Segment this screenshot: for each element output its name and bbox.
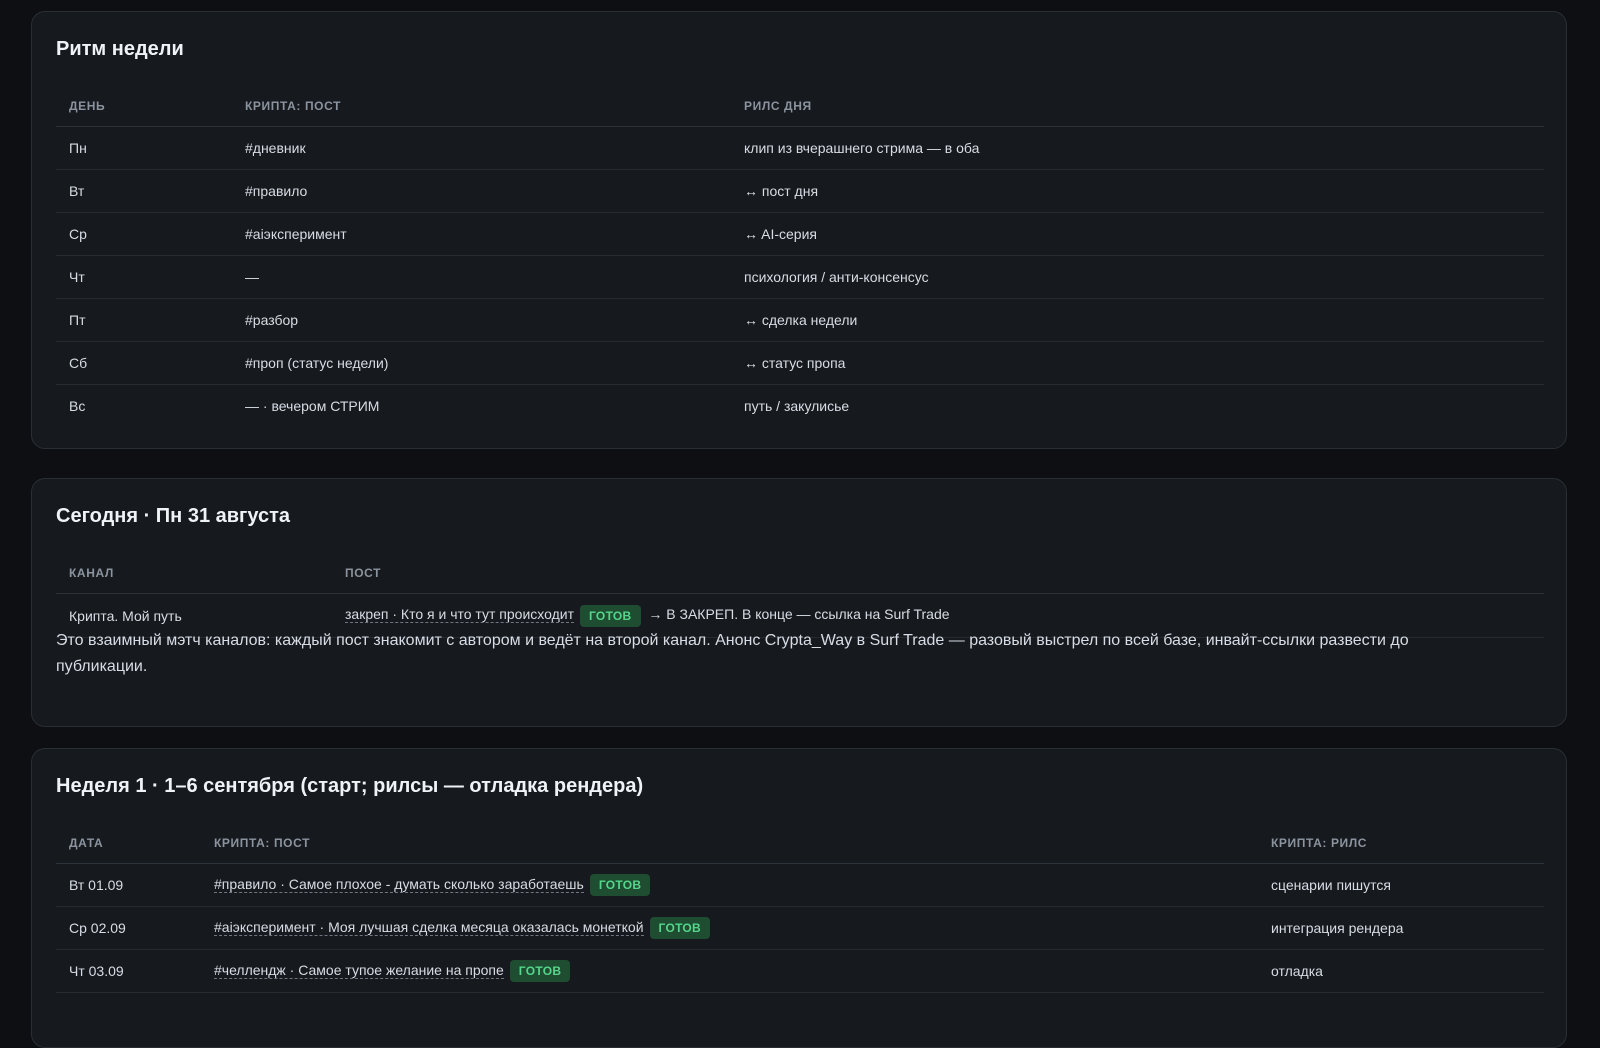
day-cell: Вт xyxy=(56,169,232,213)
date-cell: Вт 01.09 xyxy=(56,863,201,907)
today-header-row: КАНАЛ ПОСТ xyxy=(56,553,1544,594)
rhythm-title: Ритм недели xyxy=(56,38,184,60)
rhythm-table: ДЕНЬ КРИПТА: ПОСТ РИЛС ДНЯ Пн #дневник к… xyxy=(56,86,1544,428)
table-row: Ср #aiэксперимент ↔ AI-серия xyxy=(56,212,1544,256)
day-cell: Чт xyxy=(56,255,232,299)
status-badge: ГОТОВ xyxy=(509,960,571,982)
post-cell: #aiэксперимент xyxy=(232,212,731,256)
post-link[interactable]: закреп · Кто я и что тут происходит xyxy=(345,606,574,624)
post-cell: #дневник xyxy=(232,126,731,170)
post-instruction: → В ЗАКРЕП. В конце — ссылка на Surf Tra… xyxy=(648,606,950,623)
week1-panel: Неделя 1 · 1–6 сентября (старт; рилсы — … xyxy=(31,748,1567,1048)
post-cell: #aiэксперимент · Моя лучшая сделка месяц… xyxy=(201,906,1258,950)
post-cell: #проп (статус недели) xyxy=(232,341,731,385)
table-row: Пт #разбор ↔ сделка недели xyxy=(56,298,1544,342)
week1-title: Неделя 1 · 1–6 сентября (старт; рилсы — … xyxy=(56,775,644,797)
status-badge: ГОТОВ xyxy=(589,874,651,896)
table-row: Чт — психология / анти-консенсус xyxy=(56,255,1544,299)
reels-cell: ↔ AI-серия xyxy=(731,212,1544,256)
today-table: КАНАЛ ПОСТ Крипта. Мой путь закреп · Кто… xyxy=(56,553,1544,638)
week1-table: ДАТА КРИПТА: ПОСТ КРИПТА: РИЛС Вт 01.09 … xyxy=(56,823,1544,993)
reels-cell: интеграция рендера xyxy=(1258,906,1544,950)
post-cell: #правило xyxy=(232,169,731,213)
reels-cell: путь / закулисье xyxy=(744,398,850,415)
column-header-day: ДЕНЬ xyxy=(56,86,232,127)
reels-cell: ↔ сделка недели xyxy=(731,298,1544,342)
column-header-crypto-reels: КРИПТА: РИЛС xyxy=(1258,823,1544,864)
table-row: Чт 03.09 #челлендж · Самое тупое желание… xyxy=(56,949,1544,993)
table-row: Сб #проп (статус недели) ↔ статус пропа xyxy=(56,341,1544,385)
today-title: Сегодня · Пн 31 августа xyxy=(56,505,291,527)
week1-header-row: ДАТА КРИПТА: ПОСТ КРИПТА: РИЛС xyxy=(56,823,1544,864)
post-cell: #разбор xyxy=(232,298,731,342)
rhythm-panel: Ритм недели ДЕНЬ КРИПТА: ПОСТ РИЛС ДНЯ П… xyxy=(31,11,1567,449)
reels-cell: ↔ статус пропа xyxy=(731,341,1544,385)
day-cell: Вс xyxy=(69,398,86,415)
post-link[interactable]: #челлендж · Самое тупое желание на пропе xyxy=(214,961,504,979)
day-cell: Ср xyxy=(56,212,232,256)
status-badge: ГОТОВ xyxy=(579,604,641,627)
reels-cell: психология / анти-консенсус xyxy=(731,255,1544,299)
post-cell: — · вечером СТРИМ xyxy=(245,398,380,415)
column-header-reels-of-day: РИЛС ДНЯ xyxy=(731,86,1544,127)
date-cell: Чт 03.09 xyxy=(56,949,201,993)
status-badge: ГОТОВ xyxy=(649,917,711,939)
column-header-post: ПОСТ xyxy=(332,553,1544,594)
table-row: Ср 02.09 #aiэксперимент · Моя лучшая сде… xyxy=(56,906,1544,950)
today-note: Это взаимный мэтч каналов: каждый пост з… xyxy=(56,632,1409,675)
column-header-channel: КАНАЛ xyxy=(56,553,332,594)
post-link[interactable]: #правило · Самое плохое - думать сколько… xyxy=(214,875,584,893)
day-cell: Сб xyxy=(56,341,232,385)
today-panel: Сегодня · Пн 31 августа КАНАЛ ПОСТ Крипт… xyxy=(31,478,1567,727)
reels-cell: сценарии пишутся xyxy=(1258,863,1544,907)
column-header-date: ДАТА xyxy=(56,823,201,864)
day-cell: Пн xyxy=(56,126,232,170)
rhythm-header-row: ДЕНЬ КРИПТА: ПОСТ РИЛС ДНЯ xyxy=(56,86,1544,127)
column-header-crypto-post: КРИПТА: ПОСТ xyxy=(232,86,731,127)
post-cell: #челлендж · Самое тупое желание на пропе… xyxy=(201,949,1258,993)
table-row: Вс — · вечером СТРИМ путь / закулисье xyxy=(56,385,1544,428)
post-cell: #правило · Самое плохое - думать сколько… xyxy=(201,863,1258,907)
table-row: Вт 01.09 #правило · Самое плохое - думат… xyxy=(56,863,1544,907)
table-row: Пн #дневник клип из вчерашнего стрима — … xyxy=(56,126,1544,170)
post-cell: — xyxy=(232,255,731,299)
reels-cell: клип из вчерашнего стрима — в оба xyxy=(731,126,1544,170)
post-link[interactable]: #aiэксперимент · Моя лучшая сделка месяц… xyxy=(214,918,644,936)
reels-cell: отладка xyxy=(1258,949,1544,993)
reels-cell: ↔ пост дня xyxy=(731,169,1544,213)
date-cell: Ср 02.09 xyxy=(56,906,201,950)
table-row: Вт #правило ↔ пост дня xyxy=(56,169,1544,213)
day-cell: Пт xyxy=(56,298,232,342)
column-header-crypto-post: КРИПТА: ПОСТ xyxy=(201,823,1258,864)
